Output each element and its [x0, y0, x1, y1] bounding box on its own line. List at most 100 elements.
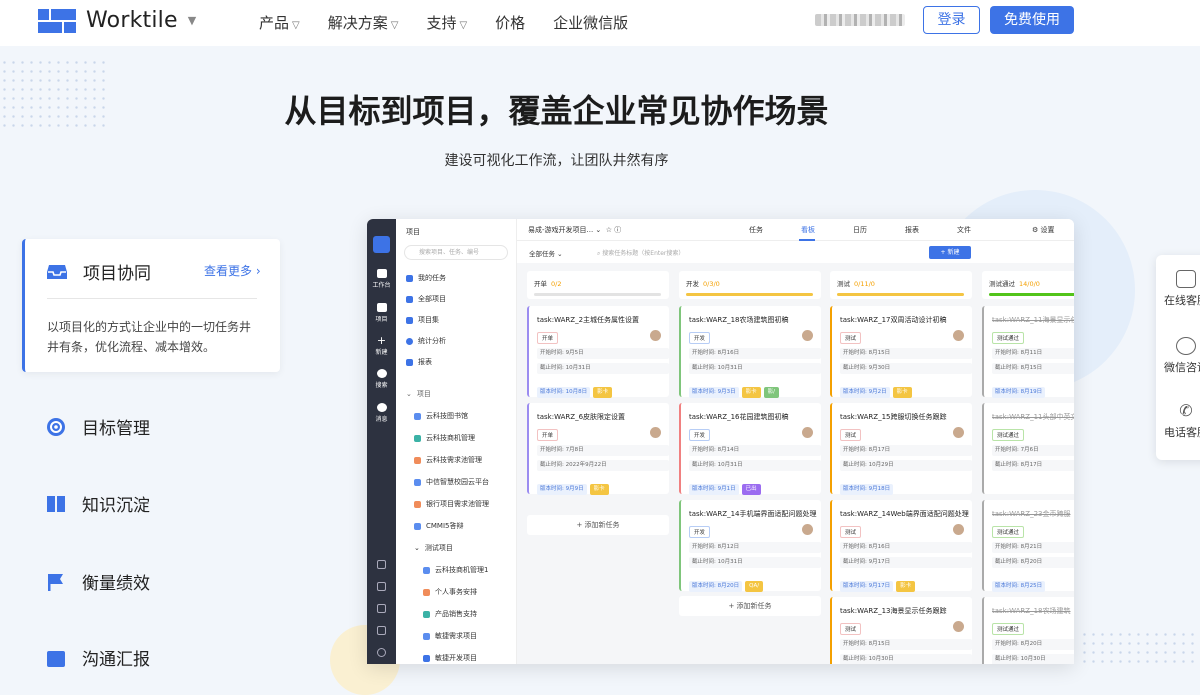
column-header[interactable]: 测试 0/11/0 — [830, 271, 972, 299]
calendar-icon[interactable] — [377, 582, 386, 591]
sidebar-project[interactable]: 云科技需求池管理 — [414, 455, 482, 465]
sidebar-project[interactable]: CMMI5答辩 — [414, 521, 464, 531]
task-card[interactable]: task:WARZ_18农场建筑 测试通过 开始时间: 8月20日 截止时间: 10月… — [982, 597, 1074, 664]
sidebar-group-projects[interactable]: ⌄ 项目 — [406, 389, 431, 399]
task-status-badge[interactable]: 开发 — [689, 332, 711, 344]
online-service-button[interactable]: 在线客服 — [1156, 270, 1200, 308]
feature-item-goals[interactable]: 目标管理 — [46, 414, 150, 439]
task-start-time: 开始时间: 8月16日 — [689, 348, 821, 359]
task-status-badge[interactable]: 测试 — [840, 623, 862, 635]
task-tag-chip[interactable]: 影/ — [763, 387, 779, 398]
rail-item-workbench[interactable]: 工作台 — [367, 269, 396, 289]
task-filter-select[interactable]: 全部任务 ⌄ — [529, 248, 563, 258]
rail-item-project[interactable]: 项目 — [367, 303, 396, 323]
sidebar-sub-project[interactable]: 产品销售支持 — [423, 609, 477, 619]
task-card[interactable]: task:WARZ_14Web端界面适配问题处理 测试 开始时间: 8月16日 截止时… — [830, 500, 972, 592]
add-task-button[interactable]: + 添加新任务 — [527, 515, 669, 535]
free-trial-button[interactable]: 免费使用 — [990, 6, 1074, 34]
task-status-badge[interactable]: 开发 — [689, 526, 711, 538]
task-tag-chip[interactable]: 已出 — [741, 484, 761, 495]
task-card[interactable]: task:WARZ_13海景显示任务跟踪 测试 开始时间: 8月15日 截止时间: 1… — [830, 597, 972, 664]
sidebar-project[interactable]: 中信智慧校园云平台 — [414, 477, 489, 487]
sidebar-item-report[interactable]: 报表 — [406, 357, 432, 367]
sidebar-search-input[interactable]: 搜索项目、任务、编号 — [404, 245, 508, 260]
task-status-badge[interactable]: 开单 — [537, 429, 559, 441]
task-card[interactable]: task:WARZ_11头部中英文 测试通过 开始时间: 7月6日 截止时间: 8月1… — [982, 403, 1074, 494]
sidebar-item-stats[interactable]: 统计分析 — [406, 336, 446, 346]
task-status-badge[interactable]: 测试 — [840, 332, 862, 344]
rail-item-message[interactable]: 消息 — [367, 403, 396, 423]
task-card[interactable]: task:WARZ_23金币跨服 测试通过 开始时间: 8月21日 截止时间: 8月2… — [982, 500, 1074, 592]
rail-bottom-icon[interactable] — [377, 560, 386, 569]
column-header[interactable]: 开发 0/3/0 — [679, 271, 821, 299]
task-tag-chip[interactable]: 影卡 — [896, 581, 916, 592]
task-search-input[interactable]: ⌕ 搜索任务标题（按Enter搜索） — [597, 248, 684, 258]
kanban-column: 开单 0/2 task:WARZ_2主城任务属性设置 开单 开始时间: 9月5日 截止时间… — [527, 271, 669, 495]
sidebar-project[interactable]: 云科技图书馆 — [414, 411, 468, 421]
task-card[interactable]: task:WARZ_2主城任务属性设置 开单 开始时间: 9月5日 截止时间: 10月… — [527, 306, 669, 398]
brand-logo[interactable]: Worktile ▼ — [38, 8, 196, 33]
tab-report[interactable]: 报表 — [905, 225, 919, 235]
task-tag-chip[interactable]: 影卡 — [892, 387, 912, 398]
sidebar-item-my-tasks[interactable]: 我的任务 — [406, 273, 446, 283]
sidebar-item-project-set[interactable]: 项目集 — [406, 315, 439, 325]
task-card[interactable]: task:WARZ_15跨服切换任务跟踪 测试 开始时间: 8月17日 截止时间: 1… — [830, 403, 972, 495]
task-tag-chip[interactable]: 影卡 — [589, 484, 609, 495]
sidebar-item-all-projects[interactable]: 全部项目 — [406, 294, 446, 304]
chevron-down-icon[interactable]: ▼ — [188, 14, 196, 27]
add-task-button[interactable]: + 添加新任务 — [679, 596, 821, 616]
feature-item-report[interactable]: 沟通汇报 — [46, 645, 150, 670]
task-status-badge[interactable]: 测试通过 — [992, 623, 1025, 635]
cube-icon[interactable] — [377, 626, 386, 635]
settings-button[interactable]: ⚙ 设置 — [1032, 225, 1055, 235]
task-status-badge[interactable]: 测试 — [840, 526, 862, 538]
nav-item-support[interactable]: 支持 ▽ — [426, 12, 467, 33]
task-status-badge[interactable]: 开发 — [689, 429, 711, 441]
task-card[interactable]: task:WARZ_6皮肤限定设置 开单 开始时间: 7月8日 截止时间: 2022年… — [527, 403, 669, 495]
task-tag-chip[interactable]: 影卡 — [741, 387, 761, 398]
task-status-badge[interactable]: 开单 — [537, 332, 559, 344]
task-tag-chip[interactable]: 影卡 — [593, 387, 613, 398]
rail-item-new[interactable]: + 新建 — [367, 335, 396, 356]
nav-item-product[interactable]: 产品 ▽ — [259, 12, 300, 33]
login-button[interactable]: 登录 — [923, 6, 980, 34]
nav-item-wecom[interactable]: 企业微信版 — [553, 12, 628, 33]
task-status-badge[interactable]: 测试通过 — [992, 332, 1025, 344]
rail-item-search[interactable]: 搜索 — [367, 369, 396, 389]
task-card[interactable]: task:WARZ_14手机端界面适配问题处理 开发 开始时间: 8月12日 截止时间… — [679, 500, 821, 592]
sidebar-project-group[interactable]: ⌄ 测试项目 — [414, 543, 453, 553]
wechat-consult-button[interactable]: 微信咨询 — [1156, 337, 1200, 375]
sidebar-sub-project[interactable]: 敏捷开发项目 — [423, 653, 477, 663]
phone-service-button[interactable]: ✆电话客服 — [1156, 402, 1200, 440]
nav-item-pricing[interactable]: 价格 — [495, 12, 525, 33]
task-status-badge[interactable]: 测试通过 — [992, 429, 1025, 441]
task-end-time: 截止时间: 8月20日 — [992, 557, 1074, 568]
task-card[interactable]: task:WARZ_16花园建筑图初稿 开发 开始时间: 8月14日 截止时间: 10… — [679, 403, 821, 495]
sidebar-project[interactable]: 银行项目需求池管理 — [414, 499, 489, 509]
task-card[interactable]: task:WARZ_18农场建筑图初稿 开发 开始时间: 8月16日 截止时间: 10… — [679, 306, 821, 398]
column-header[interactable]: 测试通过 14/0/0 — [982, 271, 1074, 299]
tab-files[interactable]: 文件 — [957, 225, 971, 235]
feature-item-performance[interactable]: 衡量绩效 — [46, 569, 150, 594]
tab-kanban[interactable]: 看板 — [801, 225, 815, 235]
feature-card-project[interactable]: 项目协同 查看更多 › 以项目化的方式让企业中的一切任务井井有条，优化流程、减本… — [22, 239, 280, 372]
new-task-button[interactable]: + 新建 — [929, 246, 971, 259]
task-card[interactable]: task:WARZ_11海景显示任 测试通过 开始时间: 8月11日 截止时间: 8月… — [982, 306, 1074, 398]
sidebar-sub-project[interactable]: 个人事务安排 — [423, 587, 477, 597]
sidebar-project[interactable]: 云科技商机管理 — [414, 433, 475, 443]
folder-icon[interactable] — [377, 604, 386, 613]
task-status-badge[interactable]: 测试 — [840, 429, 862, 441]
nav-item-solutions[interactable]: 解决方案 ▽ — [328, 12, 399, 33]
sidebar-sub-project[interactable]: 云科技商机管理1 — [423, 565, 488, 575]
task-tag-chip[interactable]: QA/ — [745, 581, 764, 592]
help-icon[interactable] — [377, 648, 386, 657]
view-more-link[interactable]: 查看更多 › — [204, 262, 261, 279]
column-header[interactable]: 开单 0/2 — [527, 271, 669, 299]
tab-calendar[interactable]: 日历 — [853, 225, 867, 235]
tab-tasks[interactable]: 任务 — [749, 225, 763, 235]
feature-item-knowledge[interactable]: 知识沉淀 — [46, 491, 150, 516]
task-status-badge[interactable]: 测试通过 — [992, 526, 1025, 538]
sidebar-sub-project[interactable]: 敏捷需求项目 — [423, 631, 477, 641]
task-card[interactable]: task:WARZ_17双周活动设计初稿 测试 开始时间: 8月15日 截止时间: 9… — [830, 306, 972, 398]
project-name[interactable]: 易成-游戏开发项目... ⌄ ☆ ⓘ — [528, 225, 621, 235]
